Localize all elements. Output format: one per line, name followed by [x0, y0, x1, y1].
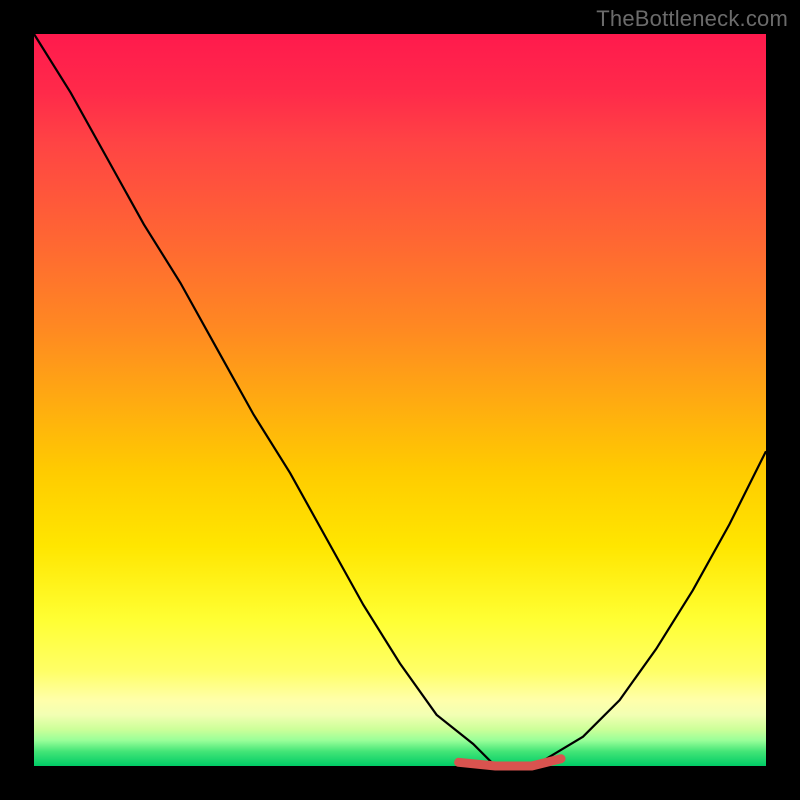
- bottleneck-curve: [34, 34, 766, 766]
- flat-segment-highlight: [459, 759, 561, 766]
- watermark-text: TheBottleneck.com: [596, 6, 788, 32]
- chart-svg: [34, 34, 766, 766]
- chart-plot-area: [34, 34, 766, 766]
